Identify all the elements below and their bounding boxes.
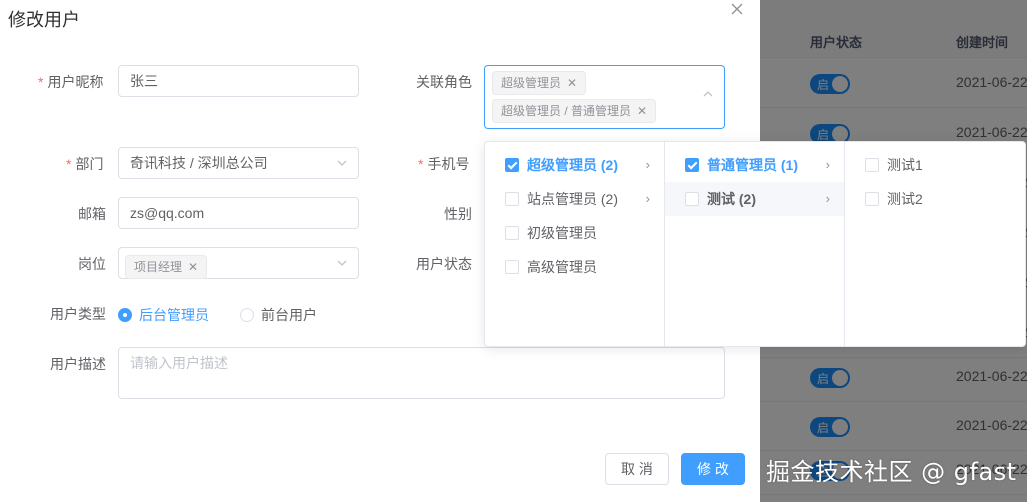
tag-close-icon[interactable]: ✕ bbox=[567, 76, 577, 90]
tag-close-icon[interactable]: ✕ bbox=[188, 260, 198, 274]
chevron-down-icon bbox=[336, 148, 348, 189]
user-type-radio-admin[interactable]: 后台管理员 bbox=[118, 305, 209, 325]
gender-label: 性别 bbox=[444, 206, 472, 222]
cascader-option[interactable]: 测试 (2) › bbox=[665, 182, 844, 216]
chevron-down-icon bbox=[336, 248, 348, 289]
email-field[interactable]: zs@qq.com bbox=[118, 197, 359, 229]
radio-dot bbox=[240, 308, 254, 322]
cascader-menu-level3: 测试1 测试2 bbox=[845, 142, 1025, 346]
checkbox[interactable] bbox=[865, 192, 879, 206]
nickname-input[interactable]: 张三 bbox=[118, 65, 359, 97]
chevron-up-icon bbox=[702, 88, 714, 103]
checkbox[interactable] bbox=[865, 158, 879, 172]
tag-close-icon[interactable]: ✕ bbox=[637, 104, 647, 118]
nickname-label: * 用户昵称 bbox=[38, 74, 104, 90]
user-type-label: 用户类型 bbox=[50, 306, 106, 322]
chevron-right-icon: › bbox=[645, 191, 650, 206]
radio-dot bbox=[118, 308, 132, 322]
checkbox[interactable] bbox=[505, 260, 519, 274]
cascader-menu-level2: 普通管理员 (1) › 测试 (2) › bbox=[665, 142, 845, 346]
post-label: 岗位 bbox=[78, 256, 106, 272]
chevron-right-icon: › bbox=[645, 157, 650, 172]
role-tag: 超级管理员 / 普通管理员 ✕ bbox=[492, 99, 657, 123]
user-type-radio-frontend[interactable]: 前台用户 bbox=[240, 305, 317, 325]
status-label: 用户状态 bbox=[416, 256, 472, 272]
chevron-right-icon: › bbox=[825, 191, 830, 206]
desc-textarea[interactable]: 请输入用户描述 bbox=[118, 347, 725, 399]
checkbox[interactable] bbox=[505, 192, 519, 206]
phone-label: * 手机号 bbox=[418, 156, 470, 172]
dialog-title: 修改用户 bbox=[8, 10, 80, 30]
checkbox[interactable] bbox=[685, 158, 699, 172]
desc-label: 用户描述 bbox=[50, 356, 106, 372]
dept-label: * 部门 bbox=[66, 156, 104, 172]
cascader-option[interactable]: 测试1 bbox=[845, 148, 1025, 182]
checkbox[interactable] bbox=[505, 226, 519, 240]
role-tag: 超级管理员 ✕ bbox=[492, 71, 587, 95]
cancel-button[interactable]: 取 消 bbox=[605, 453, 669, 485]
role-cascader-dropdown: 超级管理员 (2) › 站点管理员 (2) › 初级管理员 高级管理员 普通管理… bbox=[484, 141, 1026, 347]
email-label: 邮箱 bbox=[78, 206, 106, 222]
submit-button[interactable]: 修 改 bbox=[681, 453, 745, 485]
cascader-option[interactable]: 测试2 bbox=[845, 182, 1025, 216]
cascader-option[interactable]: 超级管理员 (2) › bbox=[485, 148, 664, 182]
dept-select[interactable]: 奇讯科技 / 深圳总公司 bbox=[118, 147, 359, 179]
checkbox[interactable] bbox=[685, 192, 699, 206]
checkbox[interactable] bbox=[505, 158, 519, 172]
cascader-menu-level1: 超级管理员 (2) › 站点管理员 (2) › 初级管理员 高级管理员 bbox=[485, 142, 665, 346]
close-icon[interactable] bbox=[730, 2, 746, 18]
cascader-option[interactable]: 普通管理员 (1) › bbox=[665, 148, 844, 182]
post-tag: 项目经理 ✕ bbox=[125, 255, 208, 279]
role-cascader-input[interactable]: 超级管理员 ✕ 超级管理员 / 普通管理员 ✕ bbox=[484, 65, 725, 129]
cascader-option[interactable]: 高级管理员 bbox=[485, 250, 664, 284]
cascader-option[interactable]: 站点管理员 (2) › bbox=[485, 182, 664, 216]
post-select[interactable]: 项目经理 ✕ bbox=[118, 247, 359, 279]
watermark: 掘金技术社区 @ gfast bbox=[766, 458, 1017, 486]
role-label: 关联角色 bbox=[416, 74, 472, 90]
cascader-option[interactable]: 初级管理员 bbox=[485, 216, 664, 250]
chevron-right-icon: › bbox=[825, 157, 830, 172]
